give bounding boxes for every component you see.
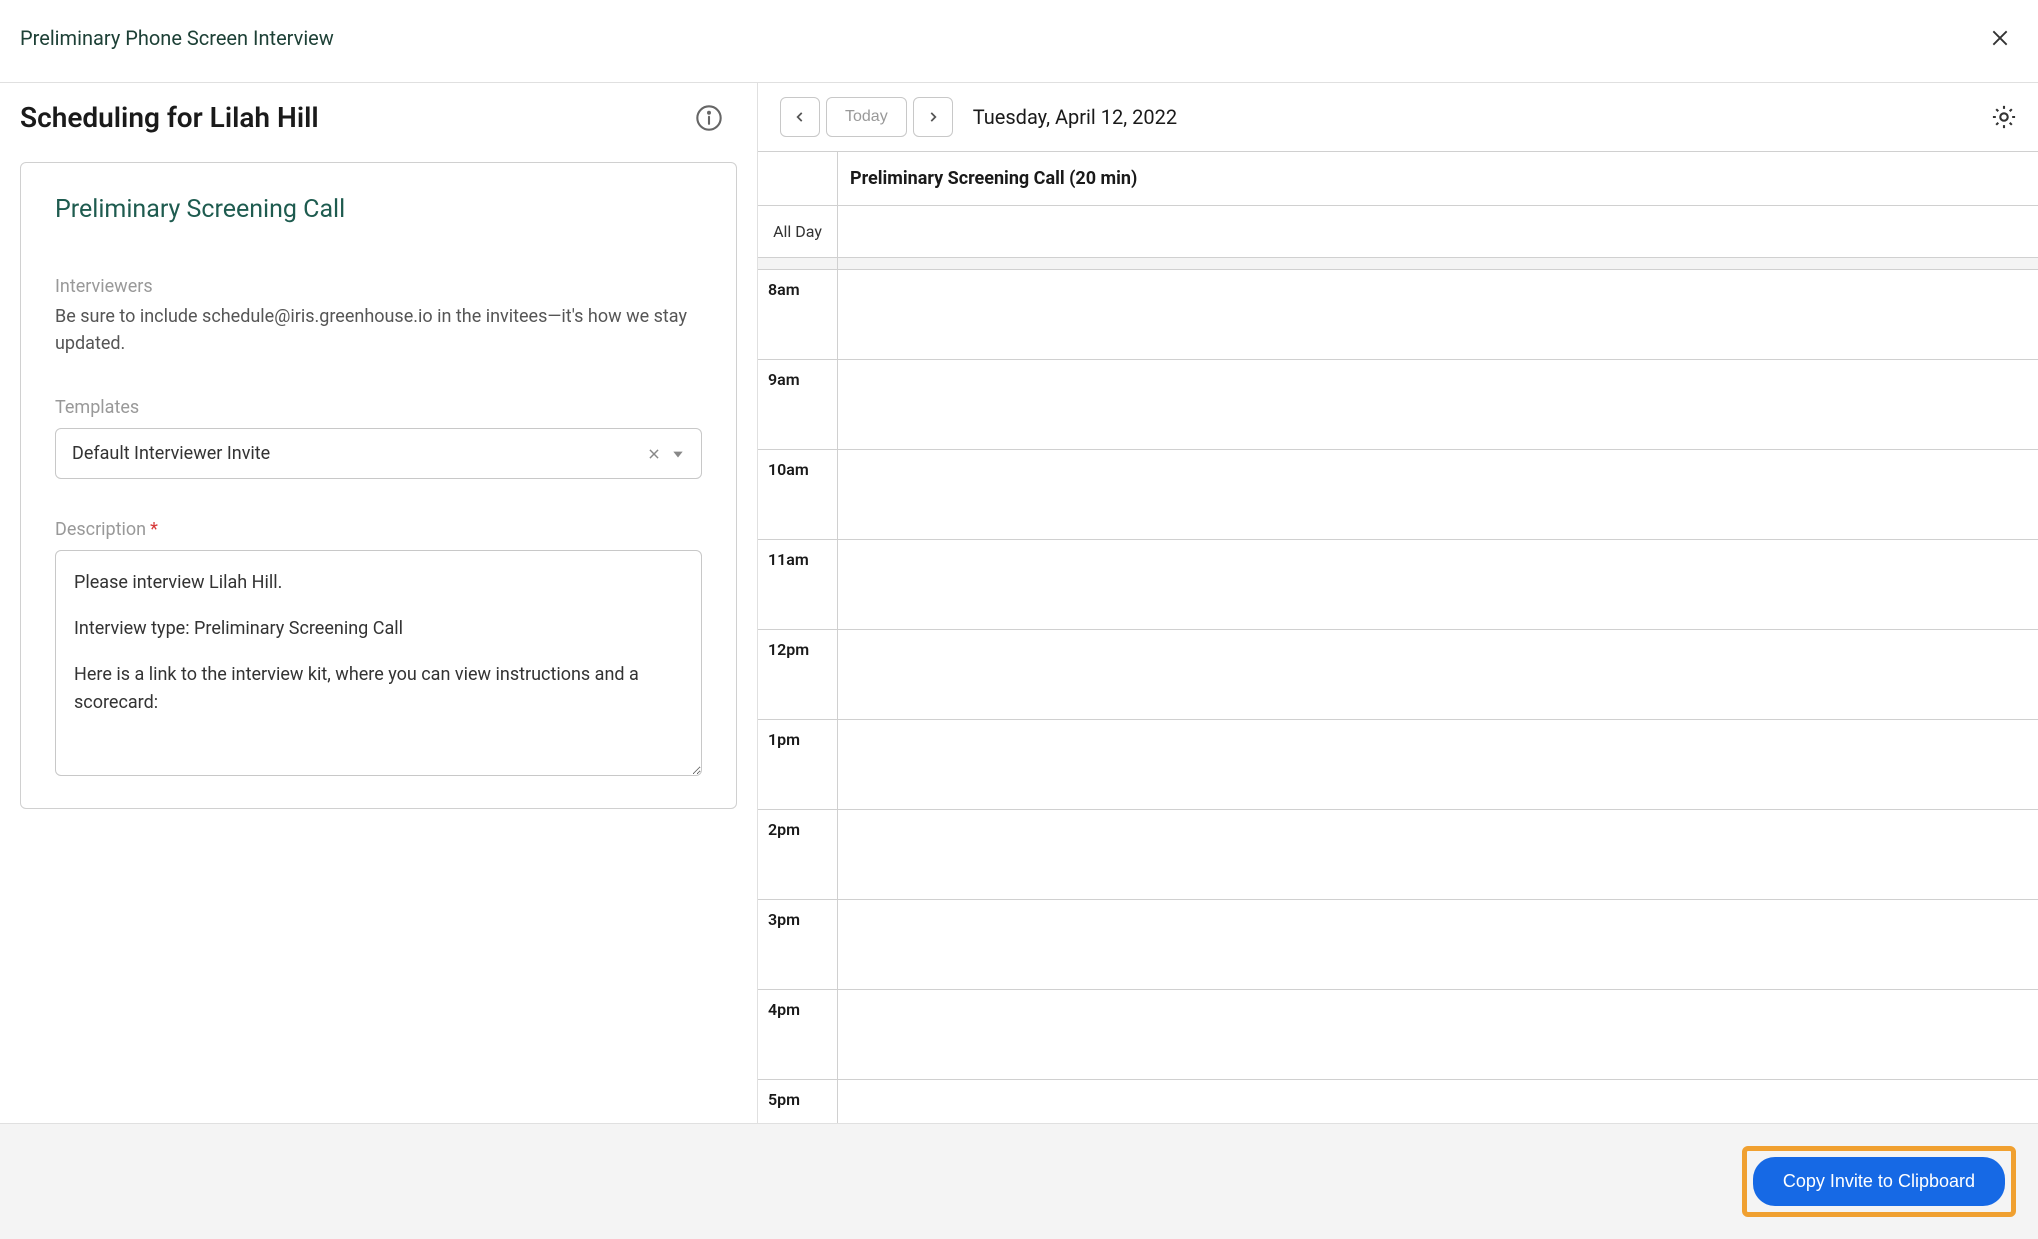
hour-row: 8am bbox=[758, 270, 2038, 360]
hour-label: 11am bbox=[758, 540, 838, 629]
next-day-button[interactable] bbox=[913, 97, 953, 137]
calendar-grid: Preliminary Screening Call (20 min) All … bbox=[758, 151, 2038, 1123]
chevron-left-icon bbox=[793, 110, 807, 124]
hour-label: 2pm bbox=[758, 810, 838, 899]
hour-label: 5pm bbox=[758, 1080, 838, 1123]
description-line: Here is a link to the interview kit, whe… bbox=[74, 661, 683, 717]
main-content: Scheduling for Lilah Hill Preliminary Sc… bbox=[0, 83, 2038, 1123]
template-clear-button[interactable] bbox=[647, 447, 661, 461]
info-button[interactable] bbox=[695, 104, 737, 132]
scheduling-title: Scheduling for Lilah Hill bbox=[20, 101, 319, 134]
all-day-label: All Day bbox=[758, 206, 838, 257]
hour-label: 12pm bbox=[758, 630, 838, 719]
allday-spacer bbox=[758, 258, 2038, 270]
description-textarea[interactable]: Please interview Lilah Hill. Interview t… bbox=[55, 550, 702, 776]
template-select[interactable]: Default Interviewer Invite bbox=[55, 428, 702, 479]
all-day-row: All Day bbox=[758, 206, 2038, 258]
description-line: Please interview Lilah Hill. bbox=[74, 569, 683, 597]
template-dropdown-toggle[interactable] bbox=[671, 447, 685, 461]
hour-slot[interactable] bbox=[838, 900, 2038, 989]
description-label: Description* bbox=[55, 519, 702, 540]
interview-card: Preliminary Screening Call Interviewers … bbox=[20, 162, 737, 809]
x-icon bbox=[647, 447, 661, 461]
close-icon bbox=[1990, 28, 2010, 48]
description-line: Interview type: Preliminary Screening Ca… bbox=[74, 615, 683, 643]
hour-label: 3pm bbox=[758, 900, 838, 989]
prev-day-button[interactable] bbox=[780, 97, 820, 137]
template-selected-value: Default Interviewer Invite bbox=[72, 443, 637, 464]
modal-footer: Copy Invite to Clipboard bbox=[0, 1123, 2038, 1239]
hour-row: 4pm bbox=[758, 990, 2038, 1080]
hour-label: 9am bbox=[758, 360, 838, 449]
hour-slot[interactable] bbox=[838, 270, 2038, 359]
gear-icon bbox=[1990, 103, 2018, 131]
time-column-header bbox=[758, 152, 838, 205]
all-day-slot[interactable] bbox=[838, 206, 2038, 257]
hour-slot[interactable] bbox=[838, 990, 2038, 1079]
hours-scroll[interactable]: 8am 9am 10am 11am 12pm 1pm 2pm 3pm 4pm 5… bbox=[758, 270, 2038, 1123]
required-indicator: * bbox=[150, 519, 158, 540]
close-button[interactable] bbox=[1982, 20, 2018, 56]
hour-row: 9am bbox=[758, 360, 2038, 450]
info-icon bbox=[695, 104, 723, 132]
card-title: Preliminary Screening Call bbox=[55, 195, 702, 224]
copy-invite-button[interactable]: Copy Invite to Clipboard bbox=[1753, 1157, 2005, 1206]
templates-label: Templates bbox=[55, 397, 702, 418]
calendar-column-header: Preliminary Screening Call (20 min) bbox=[758, 152, 2038, 206]
hour-slot[interactable] bbox=[838, 720, 2038, 809]
hour-slot[interactable] bbox=[838, 810, 2038, 899]
date-display: Tuesday, April 12, 2022 bbox=[973, 105, 1990, 129]
modal-header: Preliminary Phone Screen Interview bbox=[0, 0, 2038, 83]
left-panel: Scheduling for Lilah Hill Preliminary Sc… bbox=[0, 83, 758, 1123]
calendar-toolbar: Today Tuesday, April 12, 2022 bbox=[758, 83, 2038, 151]
scheduling-header: Scheduling for Lilah Hill bbox=[20, 101, 737, 134]
calendar-column-title: Preliminary Screening Call (20 min) bbox=[838, 152, 2038, 205]
interviewers-helper: Be sure to include schedule@iris.greenho… bbox=[55, 303, 702, 357]
calendar-panel: Today Tuesday, April 12, 2022 Preliminar… bbox=[758, 83, 2038, 1123]
hour-slot[interactable] bbox=[838, 450, 2038, 539]
caret-down-icon bbox=[671, 447, 685, 461]
hour-slot[interactable] bbox=[838, 540, 2038, 629]
chevron-right-icon bbox=[926, 110, 940, 124]
description-label-text: Description bbox=[55, 519, 146, 540]
settings-button[interactable] bbox=[1990, 103, 2018, 131]
hour-row: 12pm bbox=[758, 630, 2038, 720]
hour-label: 1pm bbox=[758, 720, 838, 809]
hour-label: 10am bbox=[758, 450, 838, 539]
hour-row: 1pm bbox=[758, 720, 2038, 810]
hour-row: 3pm bbox=[758, 900, 2038, 990]
hour-slot[interactable] bbox=[838, 360, 2038, 449]
hour-row: 11am bbox=[758, 540, 2038, 630]
today-button[interactable]: Today bbox=[826, 97, 907, 137]
hour-row: 2pm bbox=[758, 810, 2038, 900]
modal-title: Preliminary Phone Screen Interview bbox=[20, 26, 334, 50]
hour-label: 4pm bbox=[758, 990, 838, 1079]
interviewers-label: Interviewers bbox=[55, 276, 702, 297]
hour-row: 5pm bbox=[758, 1080, 2038, 1123]
hour-slot[interactable] bbox=[838, 1080, 2038, 1123]
hour-slot[interactable] bbox=[838, 630, 2038, 719]
hour-row: 10am bbox=[758, 450, 2038, 540]
copy-invite-highlight: Copy Invite to Clipboard bbox=[1742, 1146, 2016, 1217]
hour-label: 8am bbox=[758, 270, 838, 359]
